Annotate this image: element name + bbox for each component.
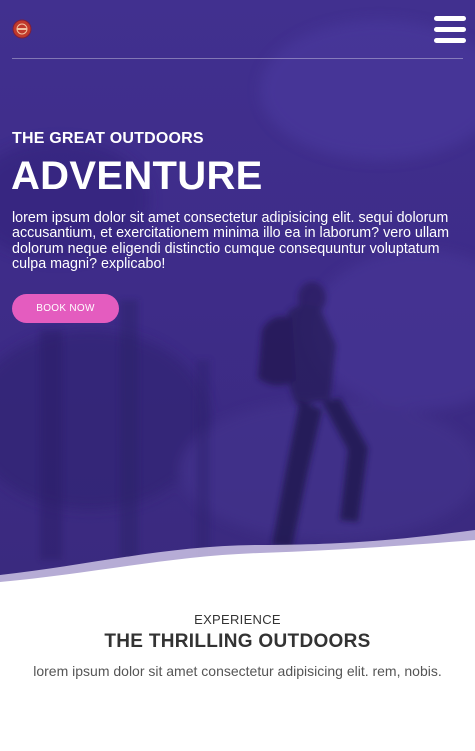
- section-title: THE THRILLING OUTDOORS: [104, 631, 371, 652]
- experience-section: EXPERIENCE THE THRILLING OUTDOORS lorem …: [0, 612, 475, 679]
- hero-title: ADVENTURE: [11, 154, 263, 198]
- menu-bar-bottom: [434, 38, 466, 43]
- menu-bar-middle: [434, 27, 466, 32]
- menu-bar-top: [434, 16, 466, 21]
- section-kicker: EXPERIENCE: [194, 612, 281, 627]
- hero-subtitle: THE GREAT OUTDOORS: [12, 130, 204, 147]
- hero-description: lorem ipsum dolor sit amet consectetur a…: [12, 210, 450, 273]
- top-navbar: [12, 0, 466, 59]
- landing-page: THE GREAT OUTDOORS ADVENTURE lorem ipsum…: [0, 0, 475, 751]
- logo-emblem-icon[interactable]: [12, 19, 32, 39]
- hero-section: THE GREAT OUTDOORS ADVENTURE lorem ipsum…: [0, 0, 475, 600]
- book-now-button[interactable]: BOOK NOW: [12, 294, 119, 323]
- hamburger-menu-icon[interactable]: [434, 16, 466, 44]
- section-text: lorem ipsum dolor sit amet consectetur a…: [33, 663, 442, 679]
